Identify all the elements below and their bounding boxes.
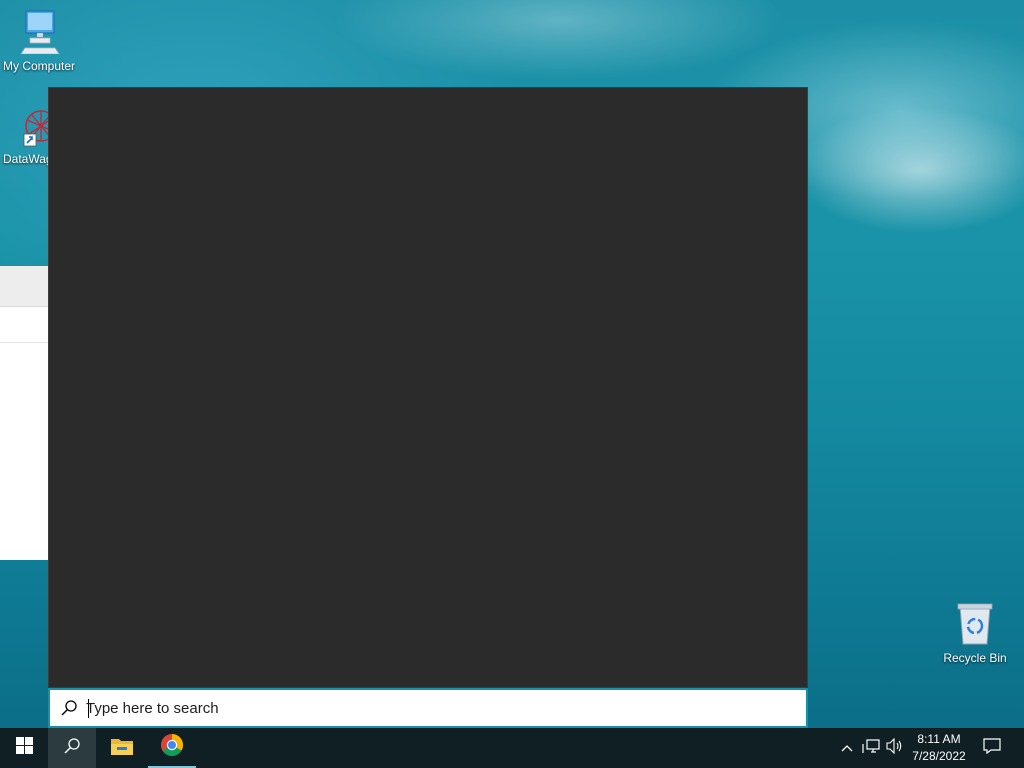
desktop-icon-recycle-bin[interactable]: Recycle Bin [936, 602, 1014, 665]
search-icon [60, 699, 78, 722]
network-icon [862, 738, 880, 759]
search-icon [63, 737, 81, 760]
taskbar: 8:11 AM 7/28/2022 [0, 728, 1024, 768]
computer-icon [0, 8, 78, 57]
chevron-up-icon [841, 739, 853, 757]
recycle-bin-icon [936, 602, 1014, 649]
windows-logo-icon [15, 737, 33, 759]
show-hidden-icons-button[interactable] [838, 728, 856, 768]
search-button[interactable] [48, 728, 96, 768]
taskbar-clock[interactable]: 8:11 AM 7/28/2022 [900, 728, 978, 768]
start-button[interactable] [0, 728, 48, 768]
search-input[interactable] [86, 696, 786, 720]
taskbar-file-explorer[interactable] [98, 728, 146, 768]
desktop-icon-label: My Computer [2, 59, 76, 73]
window-header-strip [0, 266, 48, 306]
search-box[interactable] [48, 688, 808, 728]
chrome-icon [160, 733, 184, 762]
background-window[interactable] [0, 266, 49, 560]
desktop-icon-my-computer[interactable]: My Computer [0, 8, 78, 73]
divider [0, 306, 48, 307]
action-center-button[interactable] [978, 728, 1006, 768]
clock-time: 8:11 AM [917, 732, 961, 746]
divider [0, 342, 48, 343]
search-results-panel [48, 87, 808, 688]
clock-date: 7/28/2022 [912, 749, 966, 763]
network-button[interactable] [860, 728, 882, 768]
taskbar-chrome[interactable] [148, 728, 196, 768]
action-center-icon [983, 737, 1001, 759]
file-explorer-icon [110, 736, 134, 761]
desktop-icon-label: Recycle Bin [943, 651, 1007, 665]
